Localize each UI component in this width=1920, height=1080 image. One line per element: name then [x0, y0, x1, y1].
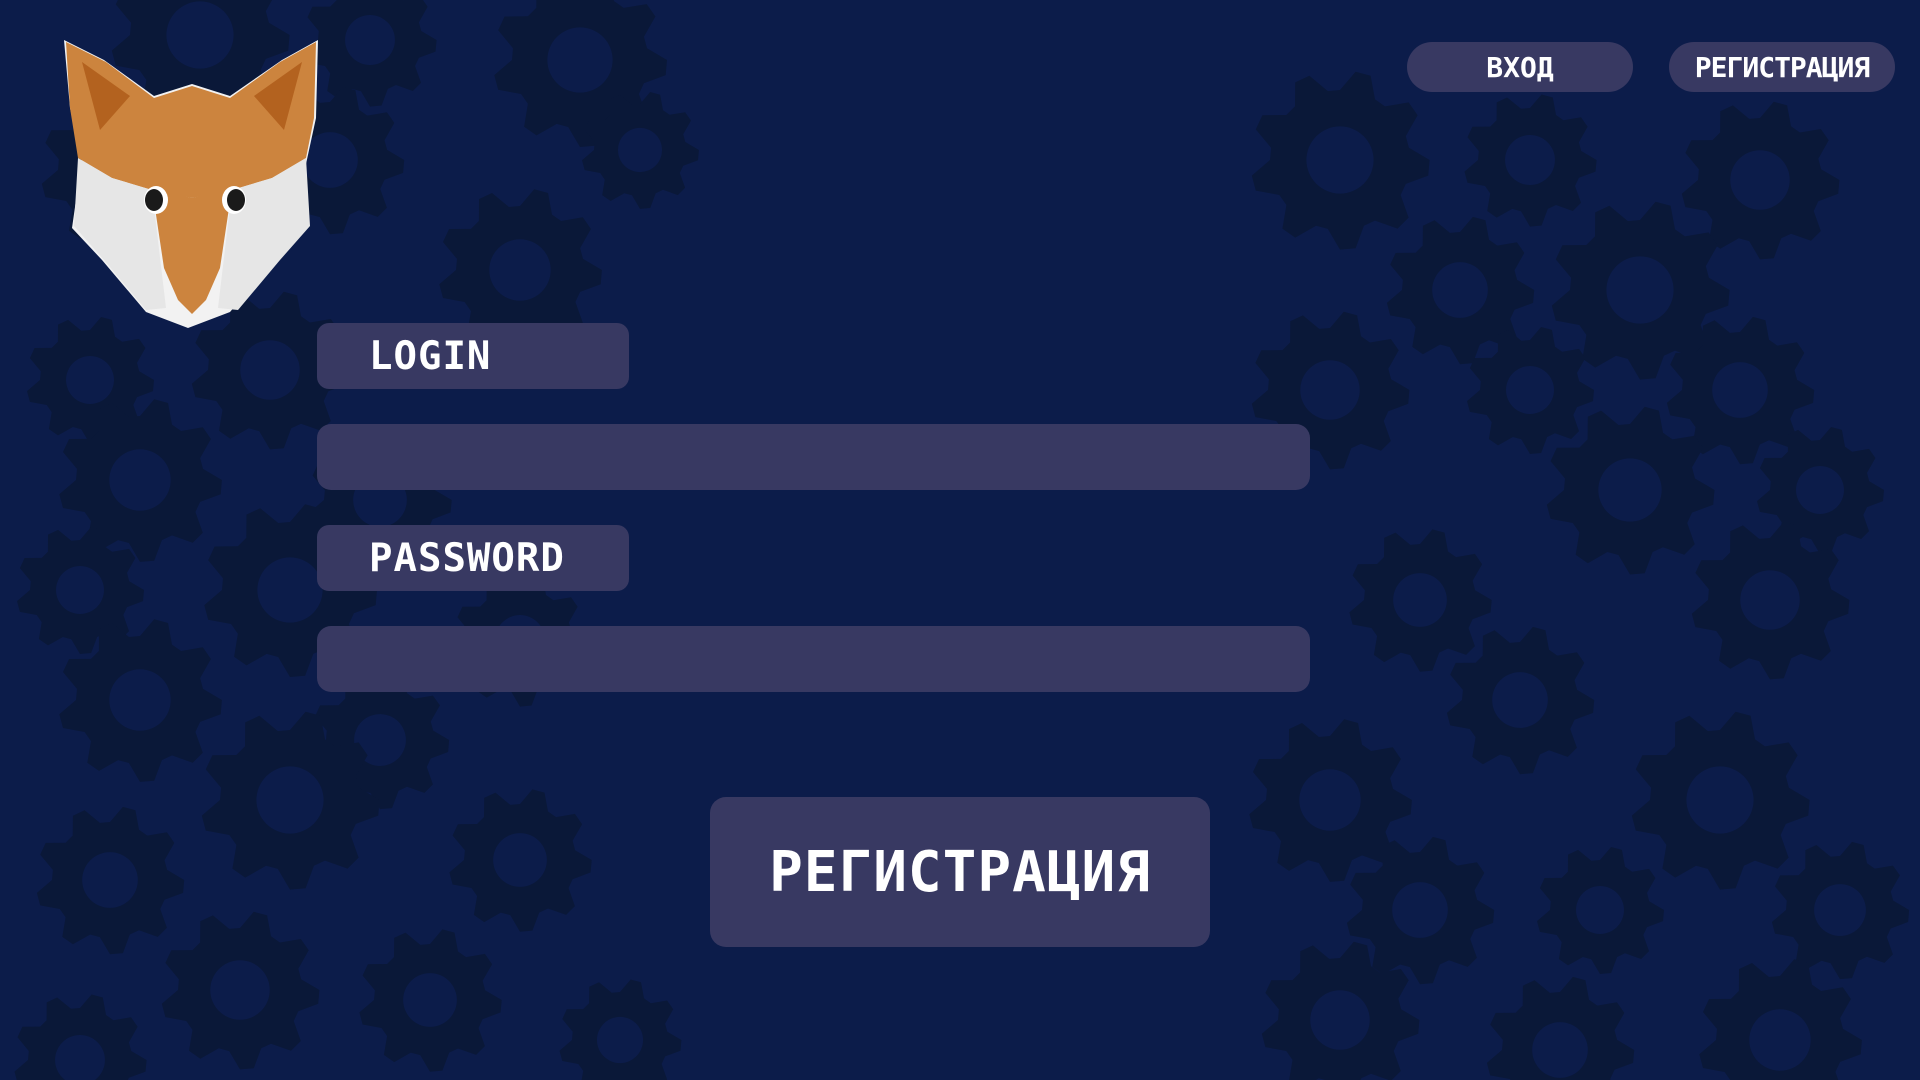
gear-decoration	[161, 911, 320, 1070]
gear-decoration	[304, 0, 437, 107]
gear-decoration	[559, 979, 682, 1080]
gear-decoration	[359, 929, 502, 1072]
gear-decoration	[1464, 94, 1597, 227]
gear-decoration	[36, 806, 185, 955]
gear-decoration	[1771, 841, 1910, 980]
gear-decoration	[449, 789, 592, 932]
nav-login-button[interactable]: ВХОД	[1407, 42, 1633, 92]
fox-head-icon	[64, 40, 318, 328]
registration-screen: ВХОД РЕГИСТРАЦИЯ LOGIN PASSWORD РЕГИСТРА…	[0, 0, 1920, 1080]
gear-decoration	[1251, 71, 1430, 250]
gear-decoration	[1486, 976, 1635, 1080]
login-input[interactable]	[317, 424, 1310, 490]
gear-decoration	[1537, 847, 1664, 974]
register-submit-button[interactable]: РЕГИСТРАЦИЯ	[710, 797, 1210, 947]
gear-decoration	[1631, 711, 1810, 890]
login-label: LOGIN	[317, 323, 629, 389]
fox-logo	[60, 38, 324, 330]
gear-decoration	[14, 994, 147, 1080]
nav-register-button[interactable]: РЕГИСТРАЦИЯ	[1669, 42, 1895, 92]
password-label: PASSWORD	[317, 525, 629, 591]
password-input[interactable]	[317, 626, 1310, 692]
gear-decoration	[1467, 327, 1594, 454]
gear-decoration	[1699, 959, 1862, 1080]
gear-decoration	[1349, 529, 1492, 672]
